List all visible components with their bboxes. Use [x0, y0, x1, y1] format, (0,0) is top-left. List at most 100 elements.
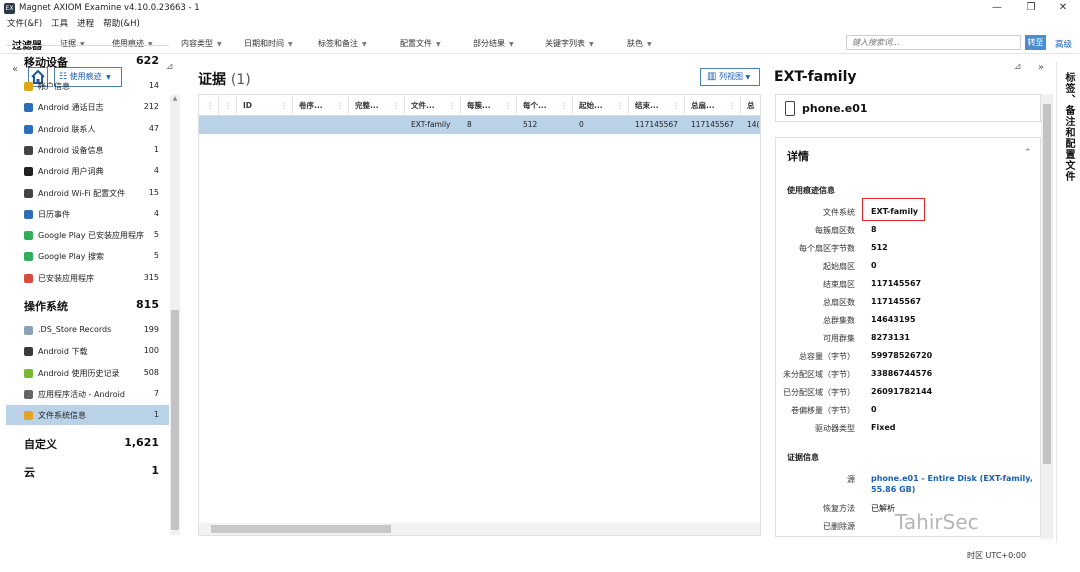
artifact-item[interactable]: .DS_Store Records 199 [6, 320, 169, 340]
detail-field-label: 未分配区域（字节） [783, 370, 855, 379]
detail-field-label: 已删除源 [823, 522, 855, 531]
minimize-button[interactable]: — [982, 0, 1012, 16]
column-view-label: 列视图 [719, 72, 743, 81]
artifact-label: Android 联系人 [38, 124, 96, 134]
column-view-button[interactable]: ▥ 列视图 ▼ [700, 68, 760, 86]
artifact-item[interactable]: 文件系统信息 1 [6, 405, 169, 426]
column-header-total-sectors[interactable]: 总扇... ⋮ [685, 95, 741, 116]
menu-file[interactable]: 文件(&F) [7, 17, 42, 29]
details-heading: 详情 [787, 150, 809, 163]
detail-field-label: 起始扇区 [823, 262, 855, 271]
filter-profiles-dropdown[interactable]: 配置文件 ▼ [400, 38, 441, 49]
column-header-label: ID [243, 101, 253, 110]
artifact-item[interactable]: Android 设备信息 1 [6, 140, 169, 160]
column-header-full[interactable]: 完整... ⋮ [349, 95, 405, 116]
category-header[interactable]: 操作系统 815 [6, 293, 169, 315]
artifact-label: 文件系统信息 [38, 411, 86, 421]
artifact-count: 199 [143, 325, 159, 334]
column-header-sectors-per-cluster[interactable]: 每簇... ⋮ [461, 95, 517, 116]
detail-scrollbar[interactable] [1041, 94, 1053, 539]
tags-comments-profiles-tab[interactable]: 标签、备注和配置文件 [1056, 62, 1080, 542]
chevron-down-icon: ▼ [362, 41, 367, 48]
filter-content-type-dropdown[interactable]: 内容类型 ▼ [181, 38, 222, 49]
artifact-item[interactable]: Google Play 搜索 5 [6, 246, 169, 266]
column-header-start-sector[interactable]: 起始... ⋮ [573, 95, 629, 116]
filter-tags-dropdown[interactable]: 标签和备注 ▼ [318, 38, 367, 49]
detail-field-label: 驱动器类型 [815, 424, 855, 433]
artifact-item[interactable]: Google Play 已安装应用程序 5 [6, 225, 169, 245]
artifact-icon [24, 209, 33, 219]
artifact-item[interactable]: 日历事件 4 [6, 204, 169, 224]
detail-field-value: 33886744576 [871, 369, 933, 378]
filter-date-time-dropdown[interactable]: 日期和时间 ▼ [244, 38, 293, 49]
timezone-indicator[interactable]: 时区 UTC+0:00 [967, 550, 1026, 561]
column-header-file-system[interactable]: 文件... ⋮ [405, 95, 461, 116]
column-header-bytes-per-sector[interactable]: 每个... ⋮ [517, 95, 573, 116]
chevron-up-icon[interactable]: ⌃ [1024, 148, 1032, 158]
filter-keyword-lists-dropdown[interactable]: 关键字列表 ▼ [545, 38, 594, 49]
artifact-count: 315 [143, 272, 159, 282]
category-header[interactable]: 自定义 1,621 [6, 431, 169, 453]
column-header-label: 文件... [411, 101, 435, 110]
column-header-total-clusters[interactable]: 总 [741, 95, 760, 116]
grid-select-column[interactable]: ⋮ [219, 95, 237, 116]
artifact-item[interactable]: 已安装应用程序 315 [6, 268, 169, 288]
cell-file-system: EXT-family [411, 120, 451, 129]
column-header-end-sector[interactable]: 结束... ⋮ [629, 95, 685, 116]
artifact-item[interactable]: 应用程序活动 - Android 7 [6, 384, 169, 404]
category-header[interactable]: 云1 [6, 459, 169, 481]
close-button[interactable]: ✕ [1048, 0, 1078, 16]
artifact-count: 1 [153, 144, 159, 154]
go-button[interactable]: 转至 [1025, 35, 1046, 50]
filter-skin-tone-dropdown[interactable]: 肤色 ▼ [627, 38, 652, 49]
grid-horizontal-scrollbar[interactable] [199, 523, 760, 535]
artifact-icon [24, 167, 33, 177]
artifact-item[interactable]: Android 联系人 47 [6, 119, 169, 139]
artifact-count: 212 [143, 102, 159, 112]
search-input[interactable] [846, 35, 1021, 50]
artifact-icon [24, 82, 33, 91]
chevron-down-icon: ▼ [509, 41, 514, 48]
cell-total-sectors: 117145567 [691, 120, 734, 129]
column-header-label: 结束... [635, 101, 659, 110]
grid-handle-column[interactable]: ⋮ [199, 95, 219, 116]
detail-field-label: 总群集数 [823, 316, 855, 325]
column-header-id[interactable]: ID ⋮ [237, 95, 293, 116]
artifact-list-scrollbar[interactable]: ▲ [170, 95, 180, 535]
detail-field-label: 每簇扇区数 [815, 226, 855, 235]
artifact-label: Android 通话日志 [38, 103, 104, 113]
advanced-search-link[interactable]: 高级 [1055, 38, 1072, 50]
cell-bytes-per-sector: 512 [523, 120, 538, 129]
menu-tools[interactable]: 工具 [51, 17, 68, 29]
menu-process[interactable]: 进程 [77, 17, 94, 29]
filter-profiles-label: 配置文件 [400, 39, 432, 48]
column-header-volume-serial[interactable]: 卷序... ⋮ [293, 95, 349, 116]
source-link: 55.86 GB) [871, 485, 916, 494]
filter-partial-results-label: 部分结果 [473, 39, 505, 48]
watermark: TahirSec [895, 510, 979, 534]
scroll-up-icon[interactable]: ▲ [170, 95, 180, 105]
artifact-item[interactable]: Android 使用历史记录 508 [6, 363, 169, 383]
scrollbar-thumb[interactable] [1043, 104, 1051, 464]
artifact-item[interactable]: Android 通话日志 212 [6, 97, 169, 117]
title-bar: EX Magnet AXIOM Examine v4.10.0.23663 - … [0, 0, 1080, 16]
detail-field-value: 14643195 [871, 315, 916, 324]
maximize-button[interactable]: ❐ [1016, 0, 1046, 16]
column-header-label: 每个... [523, 101, 547, 110]
artifact-icon [24, 273, 33, 283]
filter-keyword-lists-label: 关键字列表 [545, 39, 585, 48]
chevron-down-icon: ▼ [217, 41, 222, 48]
artifact-item[interactable]: 帐户信息 14 [6, 76, 169, 96]
scrollbar-thumb[interactable] [171, 310, 179, 530]
scrollbar-thumb[interactable] [211, 525, 391, 533]
collapse-right-panel-button[interactable]: » [1038, 62, 1044, 73]
pin-icon[interactable]: ⊿ [1014, 62, 1022, 72]
menu-help[interactable]: 帮助(&H) [103, 17, 140, 29]
artifact-item[interactable]: Android Wi-Fi 配置文件 15 [6, 183, 169, 203]
artifact-item[interactable]: Android 用户词典 4 [6, 161, 169, 181]
category-header[interactable]: 移动设备 622 [6, 49, 169, 71]
filter-partial-results-dropdown[interactable]: 部分结果 ▼ [473, 38, 514, 49]
category-count: 1,621 [124, 435, 159, 449]
table-row[interactable]: EXT-family 8 512 0 117145567 117145567 1… [199, 116, 760, 134]
artifact-item[interactable]: Android 下载 100 [6, 341, 169, 361]
